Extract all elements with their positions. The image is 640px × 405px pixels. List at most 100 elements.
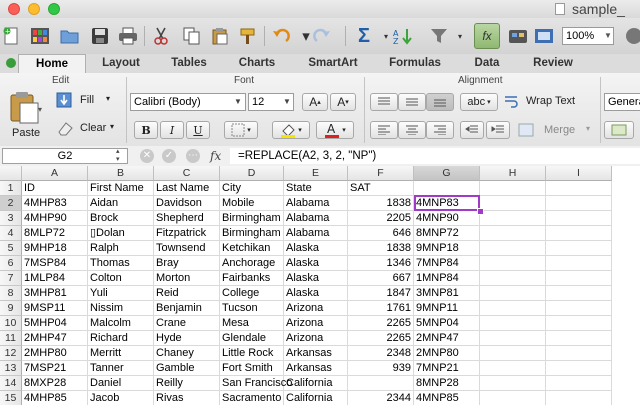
table-cell[interactable]: 7MSP21 — [22, 361, 88, 376]
column-header-a[interactable]: A — [22, 166, 88, 181]
tab-formulas[interactable]: Formulas — [374, 54, 456, 73]
table-cell[interactable] — [480, 301, 546, 316]
fill-button[interactable]: Fill ▾ — [56, 91, 116, 111]
gallery-icon[interactable] — [28, 24, 52, 48]
table-cell[interactable]: Alaska — [284, 286, 348, 301]
minimize-window-button[interactable] — [28, 3, 40, 15]
table-cell[interactable]: 9MSP11 — [22, 301, 88, 316]
align-right-button[interactable] — [426, 121, 454, 139]
redo-icon[interactable] — [310, 24, 334, 48]
table-cell[interactable]: 2348 — [348, 346, 414, 361]
table-cell[interactable] — [480, 376, 546, 391]
tab-data[interactable]: Data — [458, 54, 516, 73]
maximize-window-button[interactable] — [48, 3, 60, 15]
table-cell[interactable]: Brock — [88, 211, 154, 226]
table-cell[interactable]: 1346 — [348, 256, 414, 271]
column-header-b[interactable]: B — [88, 166, 154, 181]
table-cell[interactable] — [546, 226, 612, 241]
align-middle-button[interactable] — [398, 93, 426, 111]
table-cell[interactable]: Tanner — [88, 361, 154, 376]
decrease-indent-button[interactable] — [460, 121, 484, 139]
autosum-icon[interactable]: Σ — [352, 24, 376, 48]
table-cell[interactable]: 8MNP28 — [414, 376, 480, 391]
table-cell[interactable]: Mobile — [220, 196, 284, 211]
table-cell[interactable]: Townsend — [154, 241, 220, 256]
table-cell[interactable] — [546, 316, 612, 331]
table-cell[interactable]: 7MSP84 — [22, 256, 88, 271]
table-cell[interactable]: Jacob — [88, 391, 154, 405]
table-cell[interactable]: Merritt — [88, 346, 154, 361]
borders-button[interactable]: ▾ — [224, 121, 258, 139]
name-box[interactable]: G2 — [2, 148, 128, 164]
increase-indent-button[interactable] — [486, 121, 510, 139]
table-cell[interactable]: 2205 — [348, 211, 414, 226]
column-header-i[interactable]: I — [546, 166, 612, 181]
table-cell[interactable]: 1847 — [348, 286, 414, 301]
row-header[interactable]: 5 — [0, 241, 22, 256]
table-cell[interactable] — [480, 286, 546, 301]
table-cell[interactable]: 1761 — [348, 301, 414, 316]
table-cell[interactable]: Reid — [154, 286, 220, 301]
table-cell[interactable]: 3MHP81 — [22, 286, 88, 301]
sort-icon[interactable]: AZ — [392, 24, 416, 48]
table-cell[interactable]: Alaska — [284, 241, 348, 256]
number-format-field[interactable]: Genera — [604, 93, 640, 111]
table-cell[interactable]: Arizona — [284, 316, 348, 331]
undo-icon[interactable] — [270, 24, 294, 48]
open-folder-icon[interactable] — [58, 24, 82, 48]
table-cell[interactable] — [480, 271, 546, 286]
table-cell[interactable] — [546, 331, 612, 346]
table-cell[interactable] — [480, 391, 546, 405]
table-cell[interactable]: California — [284, 391, 348, 405]
media-browser-icon[interactable] — [532, 24, 556, 48]
table-cell[interactable]: College — [220, 286, 284, 301]
insert-function-icon[interactable]: ⋯ — [186, 149, 200, 163]
spreadsheet-grid[interactable]: A B C D E F G H I 1 ID First Name Last Name City State… — [0, 166, 640, 405]
merge-button[interactable]: Merge ▾ — [518, 121, 598, 139]
table-cell[interactable] — [480, 256, 546, 271]
tab-tables[interactable]: Tables — [156, 54, 222, 73]
table-cell[interactable]: 2MNP47 — [414, 331, 480, 346]
table-cell[interactable]: 4MHP83 — [22, 196, 88, 211]
tab-charts[interactable]: Charts — [224, 54, 290, 73]
column-header-c[interactable]: C — [154, 166, 220, 181]
table-cell[interactable]: 1MLP84 — [22, 271, 88, 286]
table-cell[interactable] — [546, 391, 612, 405]
row-header[interactable]: 6 — [0, 256, 22, 271]
tab-home-gear-icon[interactable] — [6, 58, 16, 68]
font-name-dropdown-icon[interactable]: ▼ — [234, 94, 242, 110]
table-cell[interactable]: Sacramento — [220, 391, 284, 405]
tab-review[interactable]: Review — [518, 54, 588, 73]
cut-icon[interactable] — [149, 24, 173, 48]
table-cell[interactable]: Reilly — [154, 376, 220, 391]
decrease-font-size-button[interactable]: A ▾ — [330, 93, 356, 111]
select-all-corner[interactable] — [0, 166, 22, 181]
table-cell[interactable]: Tucson — [220, 301, 284, 316]
table-cell[interactable] — [480, 196, 546, 211]
clear-button[interactable]: Clear ▾ — [56, 119, 122, 139]
table-cell[interactable]: 2344 — [348, 391, 414, 405]
header-cell[interactable] — [480, 181, 546, 196]
table-cell[interactable]: Davidson — [154, 196, 220, 211]
table-cell[interactable]: 939 — [348, 361, 414, 376]
table-cell[interactable]: Gamble — [154, 361, 220, 376]
zoom-dropdown-icon[interactable]: ▼ — [602, 28, 614, 44]
table-cell[interactable]: Birmingham — [220, 226, 284, 241]
table-cell[interactable]: Ralph — [88, 241, 154, 256]
table-cell[interactable]: 8MXP28 — [22, 376, 88, 391]
table-cell[interactable]: Nissim — [88, 301, 154, 316]
table-cell[interactable]: Morton — [154, 271, 220, 286]
table-cell[interactable]: 2MHP80 — [22, 346, 88, 361]
align-top-button[interactable] — [370, 93, 398, 111]
row-header[interactable]: 9 — [0, 301, 22, 316]
table-cell[interactable]: 5MHP04 — [22, 316, 88, 331]
table-cell[interactable]: Daniel — [88, 376, 154, 391]
orientation-button[interactable]: abc ▾ — [460, 93, 498, 111]
fx-label[interactable]: fx — [210, 149, 221, 163]
save-icon[interactable] — [88, 24, 112, 48]
table-cell[interactable]: Birmingham — [220, 211, 284, 226]
row-header[interactable]: 13 — [0, 361, 22, 376]
format-painter-icon[interactable] — [236, 24, 260, 48]
table-cell[interactable]: 1838 — [348, 241, 414, 256]
copy-icon[interactable] — [180, 24, 204, 48]
